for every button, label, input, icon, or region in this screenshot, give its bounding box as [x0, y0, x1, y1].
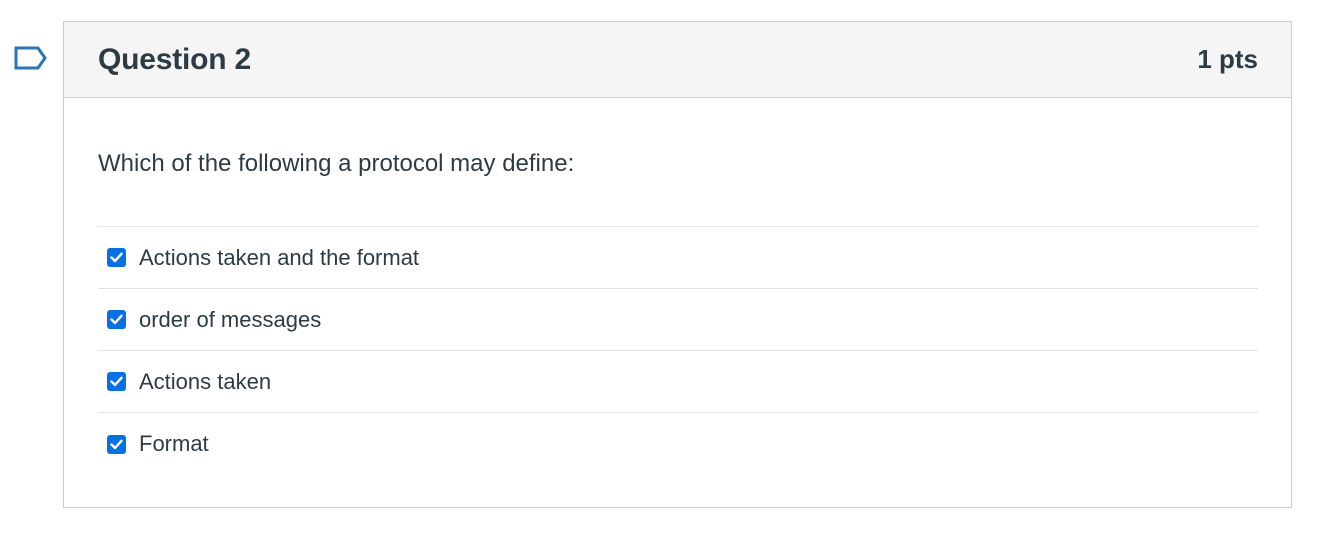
- question-header: Question 2 1 pts: [64, 22, 1291, 98]
- flag-question-button[interactable]: [14, 46, 48, 70]
- question-text: Which of the following a protocol may de…: [98, 150, 575, 177]
- answer-option[interactable]: Actions taken: [98, 351, 1258, 413]
- answer-label: Actions taken and the format: [139, 244, 420, 270]
- answer-option[interactable]: order of messages: [98, 289, 1258, 351]
- question-title: Question 2: [98, 42, 252, 76]
- question-card: Question 2 1 pts Which of the following …: [63, 21, 1292, 508]
- flag-outline-icon: [14, 46, 47, 70]
- question-body: Which of the following a protocol may de…: [64, 150, 1291, 475]
- answer-label: Format: [139, 431, 209, 456]
- answer-label: order of messages: [139, 306, 322, 332]
- checkbox-checked-icon[interactable]: [107, 248, 126, 267]
- answer-list: Actions taken and the format order of me…: [98, 226, 1258, 475]
- question-points: 1 pts: [1197, 44, 1258, 74]
- answer-label: Actions taken: [139, 368, 272, 394]
- answer-option[interactable]: Actions taken and the format: [98, 227, 1258, 289]
- answer-option[interactable]: Format: [98, 413, 1258, 475]
- checkbox-checked-icon[interactable]: [107, 310, 126, 329]
- checkbox-checked-icon[interactable]: [107, 372, 126, 391]
- checkbox-checked-icon[interactable]: [107, 434, 126, 454]
